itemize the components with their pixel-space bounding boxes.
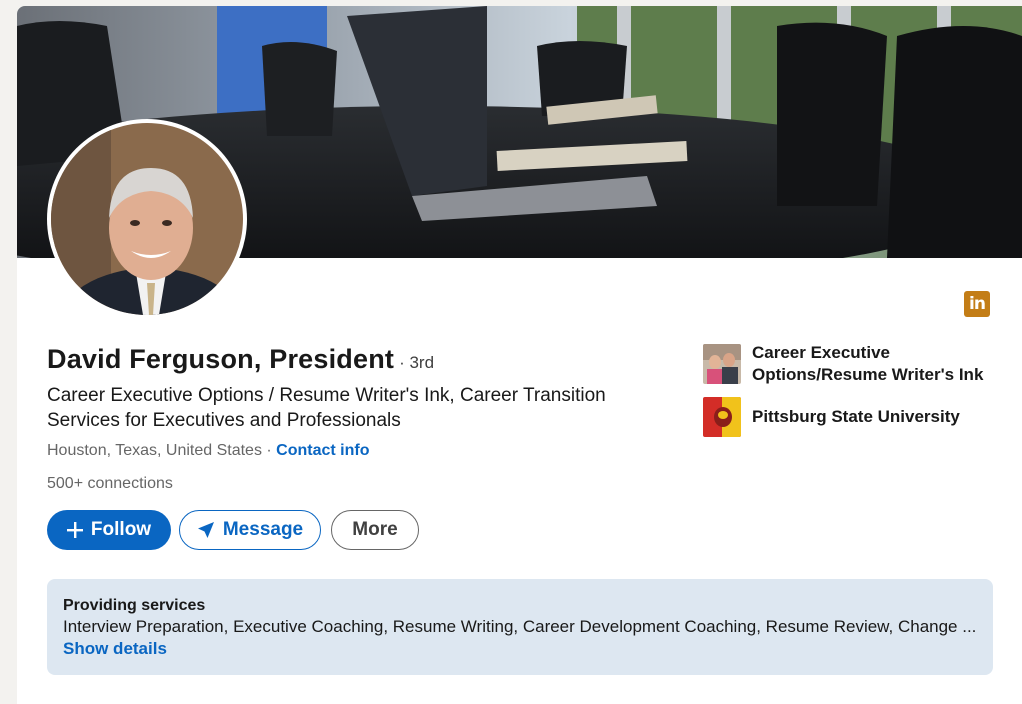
location-text: Houston, Texas, United States · bbox=[47, 442, 272, 459]
more-button[interactable]: More bbox=[331, 510, 419, 550]
location-row: Houston, Texas, United States · Contact … bbox=[47, 442, 370, 460]
services-list: Interview Preparation, Executive Coachin… bbox=[63, 617, 977, 636]
send-icon bbox=[197, 521, 215, 539]
follow-button[interactable]: Follow bbox=[47, 510, 171, 550]
company-photo-logo bbox=[703, 344, 741, 384]
name-row: David Ferguson, President · 3rd bbox=[47, 344, 434, 375]
org-education[interactable]: Pittsburg State University bbox=[703, 397, 960, 437]
connections-count: 500+ connections bbox=[47, 475, 173, 492]
university-gorilla-logo bbox=[703, 397, 741, 437]
more-label: More bbox=[352, 519, 398, 540]
show-details-link[interactable]: Show details bbox=[63, 638, 977, 660]
message-button[interactable]: Message bbox=[179, 510, 321, 550]
university-name: Pittsburg State University bbox=[752, 407, 960, 426]
message-label: Message bbox=[222, 519, 304, 540]
profile-name: David Ferguson, President bbox=[47, 344, 395, 374]
follow-label: Follow bbox=[90, 519, 152, 540]
profile-card: in David Ferguson, President · 3rd Caree… bbox=[17, 6, 1022, 704]
company-name: Career Executive Options/Resume Writer's… bbox=[752, 343, 984, 384]
profile-photo[interactable] bbox=[47, 119, 247, 319]
profile-headline: Career Executive Options / Resume Writer… bbox=[47, 385, 606, 431]
services-title: Providing services bbox=[63, 597, 206, 614]
plus-icon bbox=[66, 522, 83, 538]
org-current-company[interactable]: Career Executive Options/Resume Writer's… bbox=[703, 342, 1003, 386]
contact-info-link[interactable]: Contact info bbox=[276, 442, 369, 459]
services-panel: Providing services Interview Preparation… bbox=[47, 579, 993, 675]
connection-degree: · 3rd bbox=[399, 353, 435, 372]
linkedin-icon: in bbox=[964, 291, 990, 317]
